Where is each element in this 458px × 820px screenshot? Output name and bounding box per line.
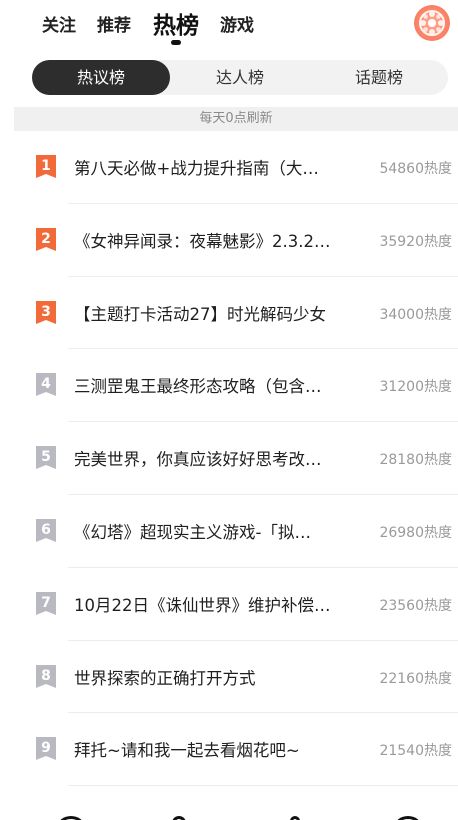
- heat-score: 31200热度: [379, 379, 452, 396]
- rank-number: 8: [41, 667, 51, 684]
- rank-badge: 8: [36, 664, 56, 691]
- rank-number: 2: [41, 230, 51, 247]
- heat-score: 23560热度: [379, 597, 452, 614]
- rank-number: 3: [41, 303, 51, 320]
- list-item[interactable]: 6 《幻塔》超现实主义游戏-「拟… 26980热度: [0, 495, 458, 568]
- divider: [68, 785, 458, 787]
- rank-number: 7: [41, 594, 51, 611]
- avatar-flower-icon: [419, 10, 445, 36]
- post-title[interactable]: 完美世界，你真应该好好思考改…: [74, 446, 354, 470]
- tab-recommend[interactable]: 推荐: [97, 11, 131, 36]
- bottom-tab-icon[interactable]: [172, 816, 186, 820]
- rank-badge: 2: [36, 227, 56, 254]
- refresh-note: 每天0点刷新: [14, 107, 458, 131]
- segment-expert-ranking[interactable]: 达人榜: [170, 60, 310, 95]
- heat-score: 21540热度: [379, 743, 452, 760]
- top-nav: 关注 推荐 热榜 游戏: [0, 0, 458, 50]
- list-item[interactable]: 8 世界探索的正确打开方式 22160热度: [0, 641, 458, 714]
- rank-badge: 7: [36, 591, 56, 618]
- post-title[interactable]: 《女神异闻录：夜幕魅影》2.3.2…: [74, 228, 354, 252]
- hot-list: 1 第八天必做+战力提升指南（大… 54860热度 2 《女神异闻录：夜幕魅影》2.3.…: [0, 131, 458, 787]
- rank-number: 9: [41, 740, 51, 757]
- heat-score: 35920热度: [379, 233, 452, 250]
- ranking-segmented-control: 热议榜 达人榜 话题榜: [32, 60, 448, 95]
- list-item[interactable]: 4 三测罡鬼王最终形态攻略（包含… 31200热度: [0, 349, 458, 423]
- post-title[interactable]: 10月22日《诛仙世界》维护补偿…: [74, 592, 354, 616]
- list-item[interactable]: 9 拜托~请和我一起去看烟花吧~ 21540热度: [0, 713, 458, 787]
- heat-score: 34000热度: [379, 306, 452, 323]
- list-item[interactable]: 1 第八天必做+战力提升指南（大… 54860热度: [0, 131, 458, 204]
- rank-badge: 9: [36, 737, 56, 763]
- list-item[interactable]: 7 10月22日《诛仙世界》维护补偿… 23560热度: [0, 568, 458, 641]
- app: 关注 推荐 热榜 游戏 热议榜 达人榜 话题榜 每天0点刷新 1 第八天必做+战力…: [0, 0, 458, 820]
- list-item[interactable]: 2 《女神异闻录：夜幕魅影》2.3.2… 35920热度: [0, 204, 458, 277]
- post-title[interactable]: 拜托~请和我一起去看烟花吧~: [74, 737, 354, 761]
- rank-badge: 4: [36, 373, 56, 399]
- rank-number: 1: [41, 158, 51, 174]
- heat-score: 22160热度: [379, 670, 452, 687]
- post-title[interactable]: 三测罡鬼王最终形态攻略（包含…: [74, 373, 354, 397]
- post-title[interactable]: 《幻塔》超现实主义游戏-「拟…: [74, 519, 354, 543]
- list-item[interactable]: 5 完美世界，你真应该好好思考改… 28180热度: [0, 422, 458, 495]
- rank-number: 5: [41, 449, 51, 466]
- tab-hot-list[interactable]: 热榜: [153, 6, 199, 40]
- post-title[interactable]: 第八天必做+战力提升指南（大…: [74, 155, 354, 179]
- bottom-tab-bar: [0, 806, 458, 820]
- heat-score: 54860热度: [379, 161, 452, 177]
- rank-badge: 5: [36, 446, 56, 472]
- segment-topic-ranking[interactable]: 话题榜: [310, 60, 448, 95]
- bottom-tab-icon[interactable]: [395, 816, 421, 820]
- rank-badge: 3: [36, 300, 56, 327]
- post-title[interactable]: 世界探索的正确打开方式: [74, 665, 354, 689]
- post-title[interactable]: 【主题打卡活动27】时光解码少女: [74, 301, 354, 325]
- heat-score: 26980热度: [379, 524, 452, 541]
- bottom-tab-icon[interactable]: [290, 816, 300, 820]
- heat-score: 28180热度: [379, 452, 452, 469]
- segment-discussion-ranking[interactable]: 热议榜: [32, 60, 170, 95]
- rank-number: 6: [41, 521, 51, 538]
- avatar[interactable]: [414, 5, 450, 41]
- bottom-tab-icon[interactable]: [58, 816, 84, 820]
- rank-badge: 6: [36, 518, 56, 545]
- rank-badge: 1: [36, 155, 56, 181]
- active-tab-indicator: [171, 40, 181, 45]
- rank-number: 4: [41, 376, 51, 393]
- tab-games[interactable]: 游戏: [220, 11, 254, 36]
- tab-follow[interactable]: 关注: [42, 11, 76, 36]
- list-item[interactable]: 3 【主题打卡活动27】时光解码少女 34000热度: [0, 277, 458, 350]
